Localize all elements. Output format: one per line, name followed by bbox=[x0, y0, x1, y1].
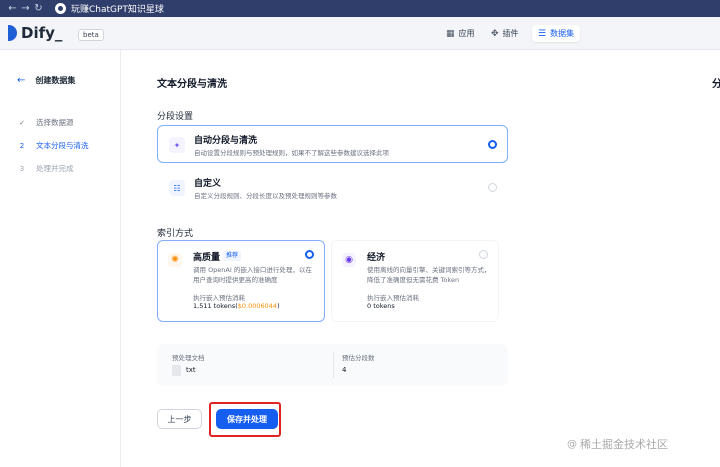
main-content: 文本分段与清洗 分 分段设置 ✦ 自动分段与清洗 自动设置分段规则与预处理规则，… bbox=[121, 50, 720, 467]
sliders-icon: ☷ bbox=[169, 180, 185, 196]
step-label: 文本分段与清洗 bbox=[36, 141, 89, 150]
beta-badge: beta bbox=[78, 29, 104, 41]
grid-icon: ▦ bbox=[446, 28, 455, 39]
database-icon: ☰ bbox=[538, 28, 547, 39]
option-title: 自动分段与清洗 bbox=[194, 136, 258, 146]
nav-plugins-label: 插件 bbox=[502, 29, 519, 38]
segment-option-custom[interactable]: ☷ 自定义 自定义分段规则、分段长度以及预处理规则等参数 bbox=[157, 168, 508, 206]
option-desc: 自定义分段规则、分段长度以及预处理规则等参数 bbox=[194, 192, 337, 200]
cost-suffix: ) bbox=[277, 302, 280, 310]
index-option-economy[interactable]: ◉ 经济 使用离线的向量引擎、关键词索引等方式，降低了准确度但无需花费 Toke… bbox=[331, 240, 499, 322]
step-process-finish: 3 处理并完成 bbox=[17, 163, 74, 174]
cost-value: 1,511 tokens($0.0006044) bbox=[193, 302, 280, 310]
piggy-bank-icon: ◉ bbox=[342, 253, 356, 267]
reload-icon[interactable]: ↻ bbox=[32, 3, 45, 14]
preview-summary: 预处理文档 txt 预估分段数 4 bbox=[157, 344, 508, 386]
radio-high-quality[interactable] bbox=[305, 250, 314, 259]
arrow-left-icon[interactable]: ← bbox=[17, 75, 25, 86]
sidebar-title: 创建数据集 bbox=[35, 76, 76, 85]
step-label: 处理并完成 bbox=[36, 164, 74, 173]
cost-label: 执行嵌入预估消耗 bbox=[193, 294, 245, 302]
segment-section-label: 分段设置 bbox=[157, 112, 194, 122]
browser-toolbar: ← → ↻ 玩赚ChatGPT知识星球 bbox=[0, 0, 720, 17]
option-title: 经济 bbox=[367, 253, 386, 263]
logo-icon bbox=[8, 25, 17, 41]
radio-custom[interactable] bbox=[488, 183, 497, 192]
option-desc: 调用 OpenAI 的嵌入接口进行处理，以在用户查询时提供更高的准确度 bbox=[193, 266, 312, 284]
doc-label: 预处理文档 bbox=[172, 354, 205, 362]
file-icon bbox=[172, 365, 181, 376]
divider bbox=[333, 352, 334, 378]
segments-value: 4 bbox=[342, 366, 347, 374]
beta-badge-label: beta bbox=[83, 31, 99, 39]
watermark-text: 稀土掘金技术社区 bbox=[580, 438, 668, 451]
step-select-source[interactable]: ✓ 选择数据源 bbox=[17, 117, 74, 128]
app-header: Dify_ beta ▦ 应用 ✥ 插件 ☰ 数据集 bbox=[0, 17, 720, 50]
sidebar: ← 创建数据集 ✓ 选择数据源 2 文本分段与清洗 3 处理并完成 bbox=[0, 50, 121, 467]
cost-tokens: 1,511 tokens( bbox=[193, 302, 238, 310]
cost-value: 0 tokens bbox=[367, 302, 395, 310]
at-icon: @ bbox=[567, 438, 577, 450]
tab-title[interactable]: 玩赚ChatGPT知识星球 bbox=[71, 2, 164, 15]
save-process-button[interactable]: 保存并处理 bbox=[216, 409, 278, 429]
option-desc: 使用离线的向量引擎、关键词索引等方式，降低了准确度但无需花费 Token bbox=[367, 266, 491, 284]
option-title: 高质量 bbox=[193, 253, 221, 263]
cost-price: $0.0006044 bbox=[237, 302, 278, 310]
nav-datasets[interactable]: ☰ 数据集 bbox=[532, 25, 581, 42]
page-title: 文本分段与清洗 bbox=[157, 79, 227, 90]
nav-datasets-label: 数据集 bbox=[550, 29, 575, 38]
step-label: 选择数据源 bbox=[36, 118, 74, 127]
radio-economy[interactable] bbox=[479, 250, 488, 259]
step-check-icon: ✓ bbox=[19, 118, 25, 127]
forward-nav-icon[interactable]: → bbox=[19, 3, 32, 14]
segments-label: 预估分段数 bbox=[342, 354, 375, 362]
step-text-segment[interactable]: 2 文本分段与清洗 bbox=[17, 140, 89, 151]
cost-label: 执行嵌入预估消耗 bbox=[367, 294, 419, 302]
logo-text[interactable]: Dify_ bbox=[21, 24, 62, 42]
radio-auto[interactable] bbox=[488, 140, 497, 149]
back-to-datasets[interactable]: ← 创建数据集 bbox=[17, 75, 75, 86]
magic-icon: ✦ bbox=[169, 137, 185, 153]
puzzle-icon: ✥ bbox=[491, 28, 499, 39]
recommended-badge: 推荐 bbox=[223, 251, 242, 261]
option-desc: 自动设置分段规则与预处理规则，如果不了解这些参数建议选择此项 bbox=[194, 149, 389, 157]
right-panel-title: 分 bbox=[712, 79, 720, 90]
back-nav-icon[interactable]: ← bbox=[6, 3, 19, 14]
index-option-high-quality[interactable]: ✺ 高质量 推荐 调用 OpenAI 的嵌入接口进行处理，以在用户查询时提供更高… bbox=[157, 240, 325, 322]
nav-apps-label: 应用 bbox=[458, 29, 475, 38]
doc-name: txt bbox=[186, 366, 196, 374]
index-section-label: 索引方式 bbox=[157, 229, 194, 239]
step-number: 3 bbox=[19, 164, 25, 173]
nav-plugins[interactable]: ✥ 插件 bbox=[485, 25, 525, 42]
step-number: 2 bbox=[19, 141, 25, 150]
nav-apps[interactable]: ▦ 应用 bbox=[440, 25, 481, 42]
tab-favicon-icon bbox=[55, 3, 66, 14]
watermark: @ 稀土掘金技术社区 bbox=[567, 436, 668, 452]
prev-step-button[interactable]: 上一步 bbox=[157, 409, 202, 429]
sun-icon: ✺ bbox=[168, 253, 182, 267]
option-title: 自定义 bbox=[194, 179, 222, 189]
segment-option-auto[interactable]: ✦ 自动分段与清洗 自动设置分段规则与预处理规则，如果不了解这些参数建议选择此项 bbox=[157, 125, 508, 163]
